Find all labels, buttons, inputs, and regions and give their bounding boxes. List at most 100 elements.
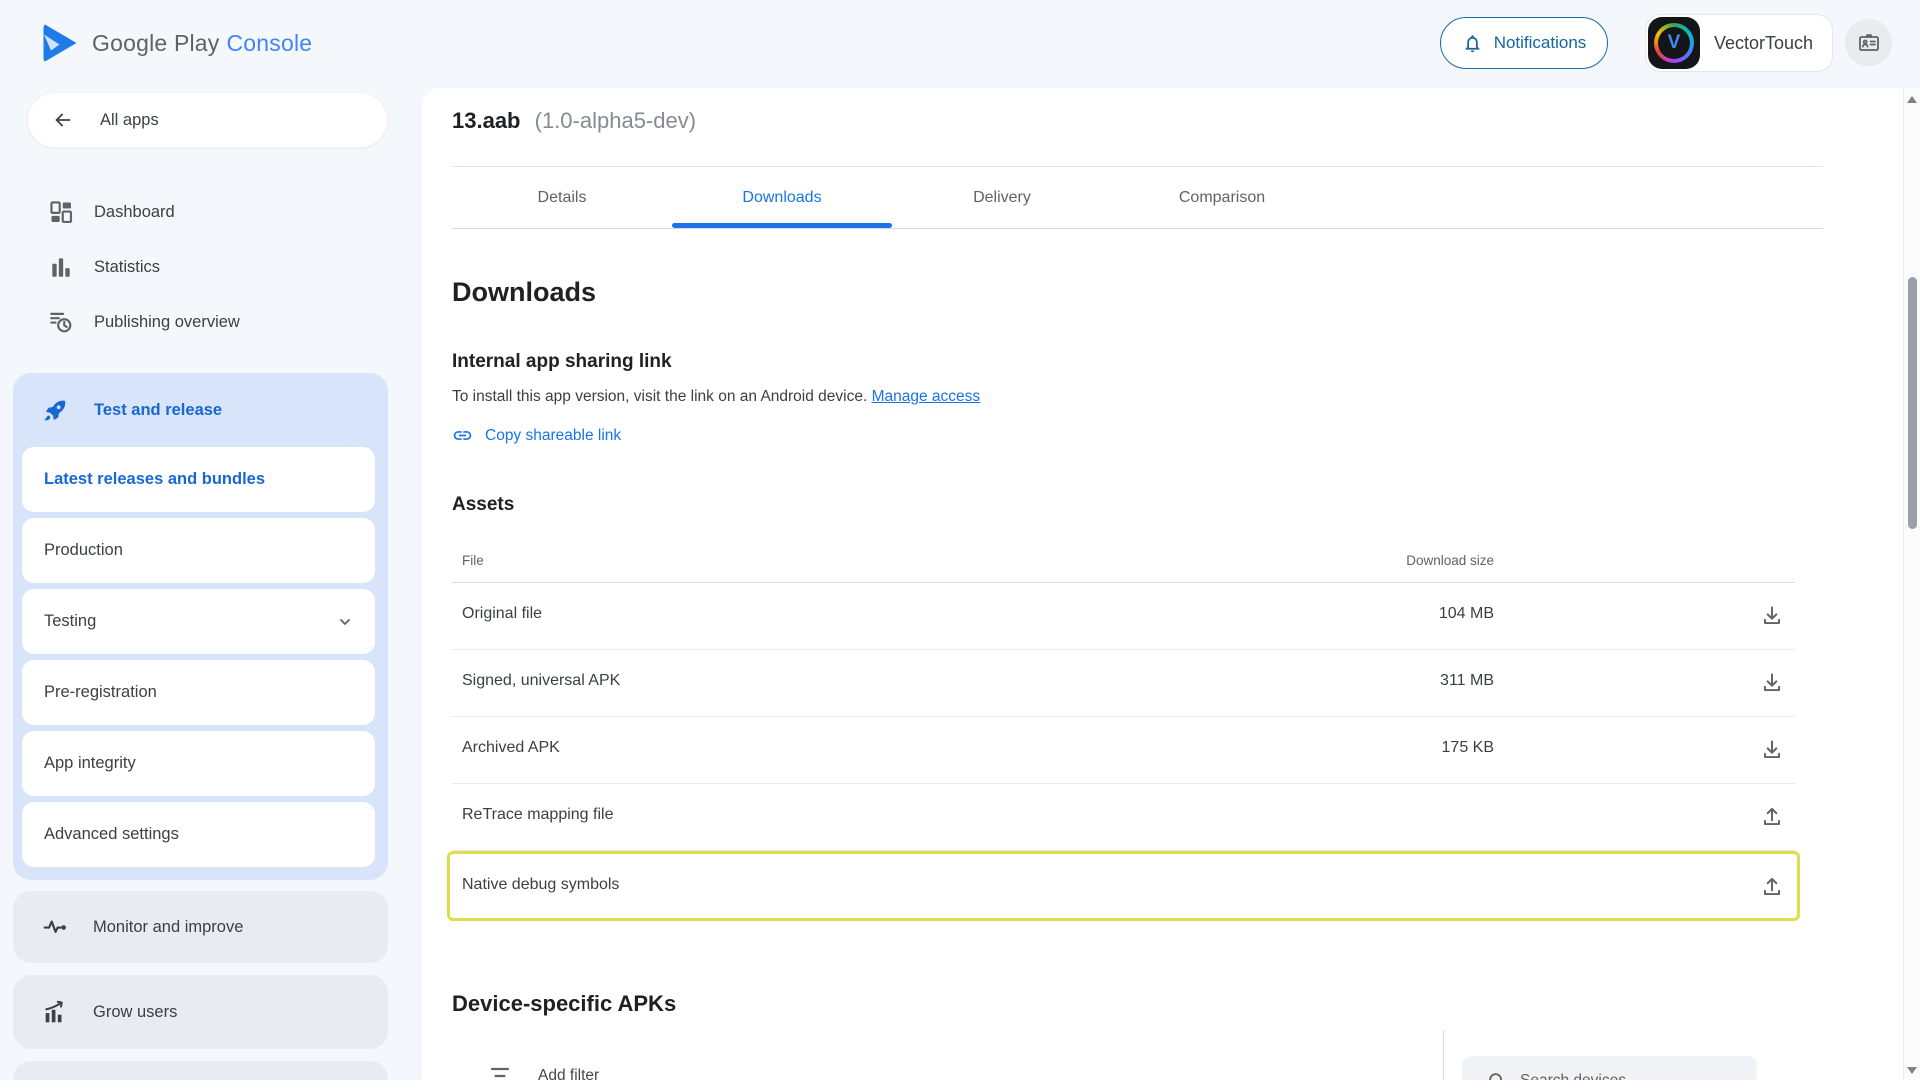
sidebar-item-statistics[interactable]: Statistics [48,249,160,285]
bundle-title: 13.aab (1.0-alpha5-dev) [452,108,696,134]
upload-button[interactable] [1759,873,1787,901]
sidebar-item-label: Publishing overview [94,313,240,332]
sidebar-item-app-integrity[interactable]: App integrity [22,731,375,796]
sidebar-item-label: Dashboard [94,203,175,222]
sidebar-item-label: App integrity [44,754,136,773]
download-size-column-header: Download size [1406,553,1494,568]
link-icon [452,425,473,446]
id-badge-icon [1857,31,1881,55]
back-arrow-icon [52,109,74,131]
add-filter-button[interactable]: Add filter [488,1064,599,1080]
sidebar-item-label: Latest releases and bundles [44,470,265,489]
sidebar-item-pre-registration[interactable]: Pre-registration [22,660,375,725]
table-row-archived-apk: Archived APK 175 KB [452,717,1795,784]
assets-table: File Download size Original file 104 MB … [452,543,1795,921]
dashboard-icon [48,199,74,225]
page-scrollbar [1903,88,1920,1080]
copy-link-label: Copy shareable link [485,427,621,445]
download-icon [1759,737,1787,763]
upload-icon [1759,804,1787,830]
bundle-version: (1.0-alpha5-dev) [535,108,696,133]
google-play-console-app: Google Play Console Notifications V Vecto… [0,0,1920,1080]
bundle-name: 13.aab [452,108,521,133]
download-button[interactable] [1759,669,1787,697]
sidebar-section-grow-users[interactable]: Grow users [13,975,388,1049]
sidebar-item-label: Statistics [94,258,160,277]
table-row-retrace-mapping-file: ReTrace mapping file [452,784,1795,851]
device-specific-apks-heading: Device-specific APKs [452,991,676,1017]
copy-shareable-link-button[interactable]: Copy shareable link [452,425,621,446]
manage-access-link[interactable]: Manage access [872,388,981,405]
logo-product-text: Console [227,30,313,56]
google-play-console-logo: Google Play Console [40,22,312,64]
all-apps-label: All apps [100,111,159,130]
search-icon [1486,1070,1508,1080]
chevron-down-icon [337,614,353,630]
sidebar-item-advanced-settings[interactable]: Advanced settings [22,802,375,867]
tab-details[interactable]: Details [452,167,672,228]
sidebar-item-testing[interactable]: Testing [22,589,375,654]
internal-sharing-heading: Internal app sharing link [452,351,672,373]
upload-button[interactable] [1759,803,1787,831]
sidebar-item-dashboard[interactable]: Dashboard [48,194,175,230]
avatar: V [1648,17,1700,69]
play-triangle-icon [40,22,80,64]
sidebar-item-label: Advanced settings [44,825,179,844]
download-button[interactable] [1759,736,1787,764]
account-name: VectorTouch [1714,33,1813,54]
filter-icon [488,1064,512,1080]
add-filter-label: Add filter [538,1067,599,1080]
internal-sharing-description: To install this app version, visit the l… [452,388,980,406]
test-and-release-label: Test and release [94,401,222,420]
developer-badge-button[interactable] [1845,19,1892,66]
tabs-divider [452,228,1823,229]
sidebar: All apps Dashboard Statist [0,88,422,1080]
download-button[interactable] [1759,602,1787,630]
avatar-letter: V [1658,27,1690,59]
vertical-divider [1443,1030,1444,1080]
statistics-icon [48,254,74,280]
sidebar-section-monitor-and-improve[interactable]: Monitor and improve [13,891,388,963]
sidebar-section-next[interactable] [13,1061,388,1080]
notifications-button[interactable]: Notifications [1440,17,1608,69]
bell-icon [1462,33,1483,54]
download-icon [1759,670,1787,696]
tab-comparison[interactable]: Comparison [1112,167,1332,228]
assets-table-header: File Download size [452,543,1795,583]
scrollbar-thumb[interactable] [1908,277,1917,529]
page-title: Downloads [452,277,596,308]
table-row-signed-universal-apk: Signed, universal APK 311 MB [452,650,1795,717]
test-and-release-header[interactable]: Test and release [13,373,388,447]
device-search-box [1462,1056,1757,1080]
rocket-icon [42,397,69,424]
sidebar-section-label: Grow users [93,1003,177,1022]
scrollbar-down-arrow[interactable] [1907,1067,1917,1074]
growth-chart-icon [42,999,68,1025]
sidebar-item-latest-releases-and-bundles[interactable]: Latest releases and bundles [22,447,375,512]
tab-delivery[interactable]: Delivery [892,167,1112,228]
tab-bar: Details Downloads Delivery Comparison [452,167,1332,228]
scrollbar-up-arrow[interactable] [1907,96,1917,103]
account-menu[interactable]: V VectorTouch [1645,14,1833,72]
notifications-label: Notifications [1494,33,1587,53]
all-apps-button[interactable]: All apps [27,92,388,148]
assets-heading: Assets [452,494,514,516]
device-search-input[interactable] [1520,1070,1720,1080]
sidebar-item-publishing-overview[interactable]: Publishing overview [48,304,240,340]
sidebar-section-test-and-release: Test and release Latest releases and bun… [13,373,388,880]
sidebar-item-production[interactable]: Production [22,518,375,583]
download-icon [1759,603,1787,629]
table-row-native-debug-symbols: Native debug symbols [447,851,1800,921]
file-column-header: File [462,553,484,568]
sidebar-section-label: Monitor and improve [93,918,243,937]
upload-icon [1759,874,1787,900]
sidebar-item-label: Pre-registration [44,683,157,702]
sidebar-item-label: Production [44,541,123,560]
monitor-pulse-icon [42,914,68,940]
tab-downloads[interactable]: Downloads [672,167,892,228]
main-content: 13.aab (1.0-alpha5-dev) Details Download… [422,88,1920,1080]
publishing-overview-icon [48,309,74,335]
table-row-original-file: Original file 104 MB [452,583,1795,650]
logo-brand-text: Google Play [92,30,220,56]
sidebar-item-label: Testing [44,612,96,631]
